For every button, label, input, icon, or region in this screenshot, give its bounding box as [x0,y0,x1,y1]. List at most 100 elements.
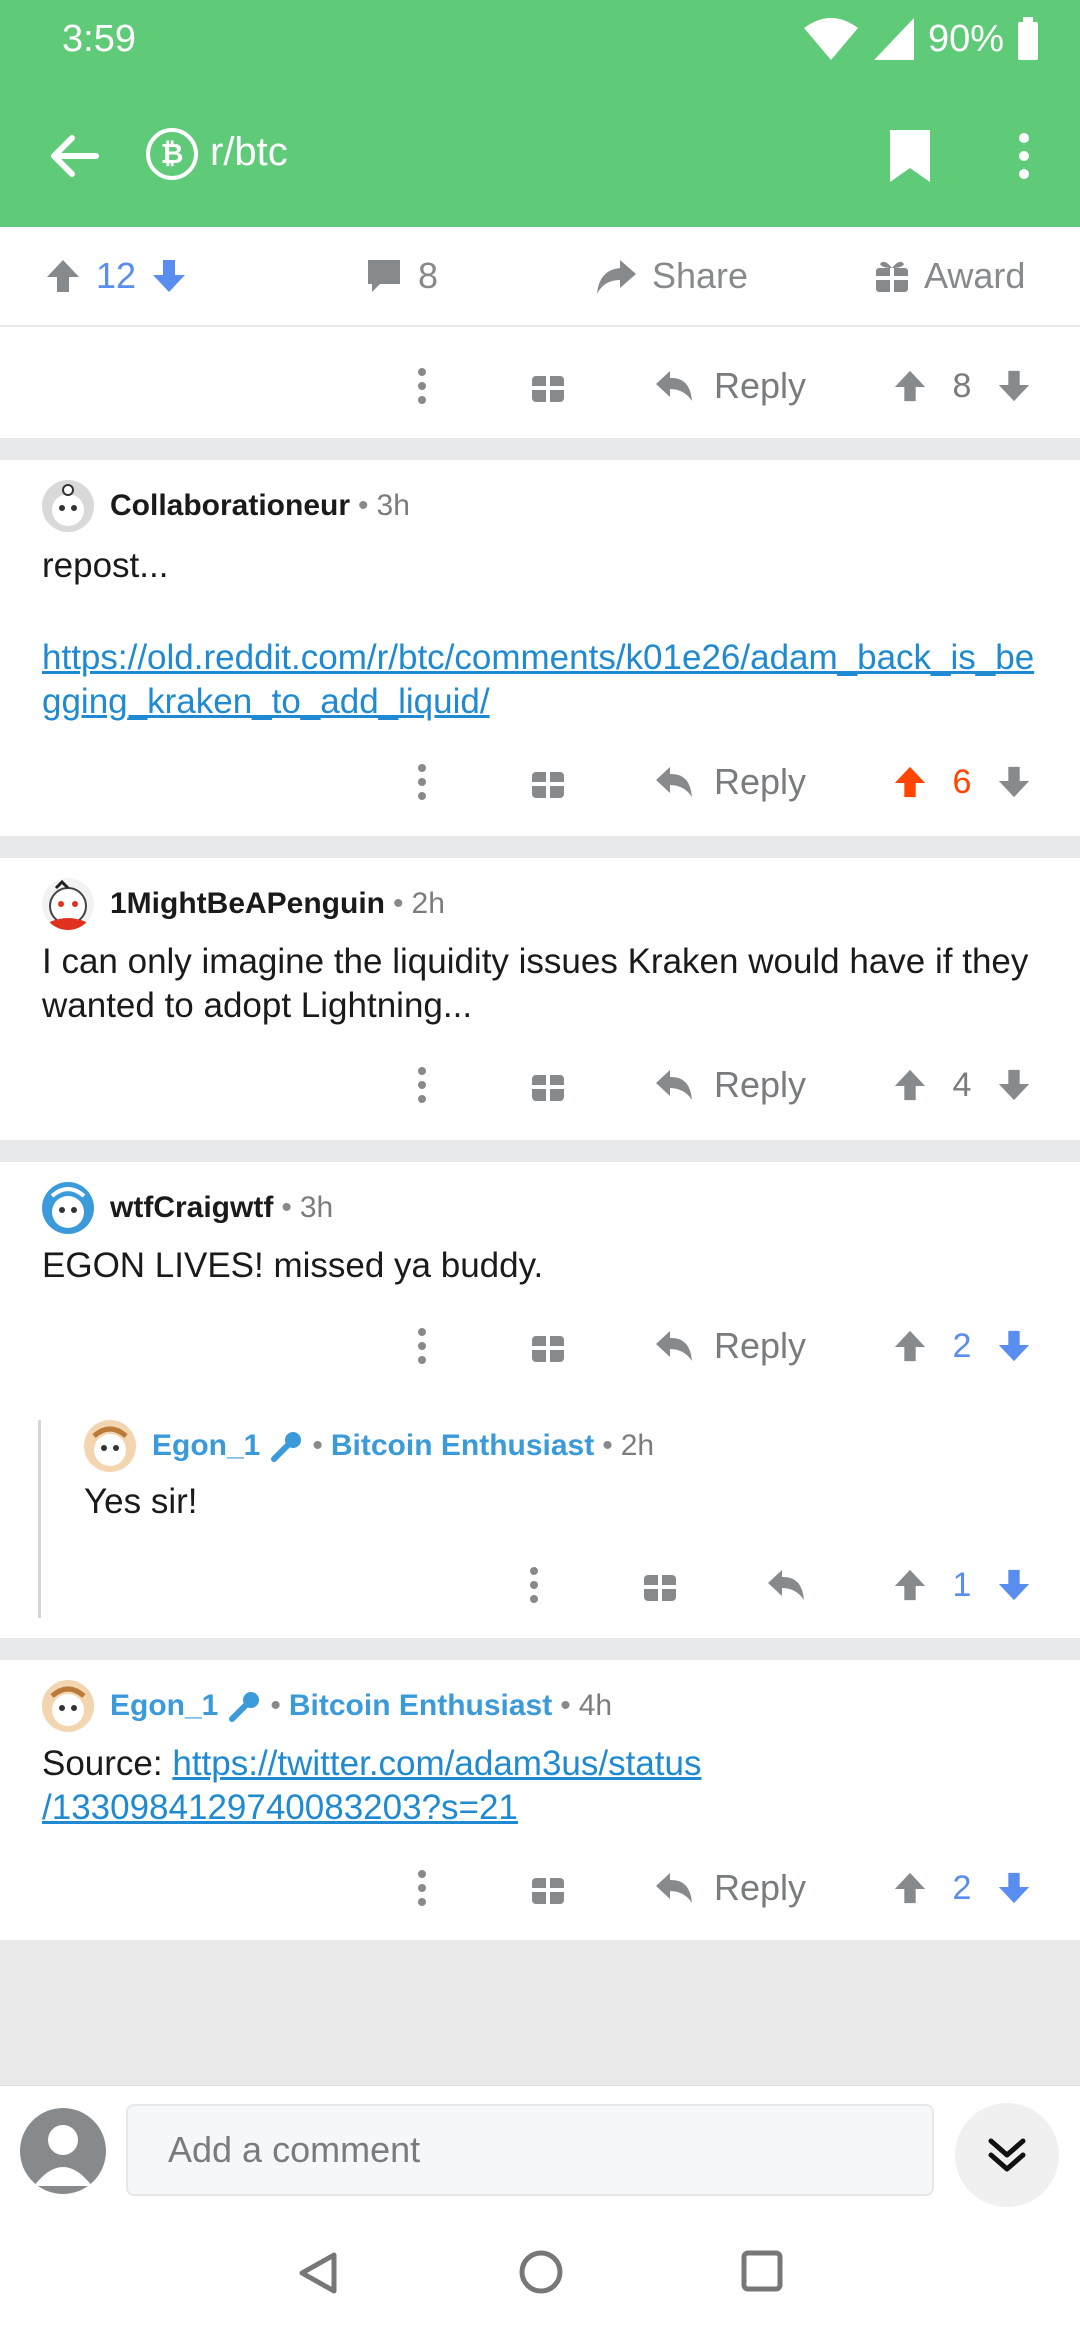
comment-vote: 4 [892,1055,1032,1115]
moderator-icon [270,1429,304,1463]
more-options-button[interactable] [1010,126,1038,186]
avatar[interactable] [42,1182,94,1234]
nav-home-button[interactable] [518,2249,564,2295]
divider [0,1140,1080,1162]
downvote-button[interactable] [996,1567,1032,1603]
reply-label: Reply [714,365,807,406]
kebab-menu-icon [418,1067,426,1103]
post-action-bar: 12 8 Share Award [0,227,1080,327]
comment-score: 6 [952,762,972,801]
upvote-button[interactable] [892,1067,928,1103]
reply-button[interactable]: Reply [654,1055,806,1115]
comment-vote: 8 [892,356,1032,416]
award-button[interactable] [642,1555,678,1615]
upvote-button[interactable] [892,764,928,800]
username[interactable]: Egon_1 [110,1689,218,1723]
reply-label: Reply [714,1867,807,1908]
more-options-button[interactable] [410,752,434,812]
comment-vote: 1 [892,1555,1032,1615]
downvote-button[interactable] [150,257,188,295]
comment-text: I can only imagine the liquidity issues … [42,942,1029,1025]
more-options-button[interactable] [410,1055,434,1115]
comment-time: 3h [376,489,410,522]
reply-button[interactable]: Reply [654,1316,806,1376]
reply-label: Reply [714,761,807,802]
more-options-button[interactable] [410,1316,434,1376]
award-button[interactable] [530,356,566,416]
gift-icon [532,1336,564,1362]
username[interactable]: wtfCraigwtf [110,1191,273,1225]
reply-button[interactable] [766,1555,806,1615]
award-button[interactable] [530,1055,566,1115]
username[interactable]: Collaborationeur [110,489,350,523]
username[interactable]: Egon_1 [152,1429,260,1463]
reply-icon [656,1331,692,1361]
list-end-space [0,1940,1080,2085]
user-flair: Bitcoin Enthusiast [330,1429,595,1462]
downvote-button[interactable] [996,764,1032,800]
reply-button[interactable]: Reply [654,752,806,812]
upvote-button[interactable] [892,1328,928,1364]
back-button[interactable] [46,128,102,184]
upvote-icon [47,260,79,292]
nav-recents-button[interactable] [740,2249,784,2293]
downvote-icon [153,260,186,292]
avatar[interactable] [42,878,94,930]
upvote-icon [894,1569,926,1601]
award-button[interactable] [530,1316,566,1376]
username[interactable]: 1MightBeAPenguin [110,887,385,921]
award-button[interactable] [530,1858,566,1918]
reply-button[interactable]: Reply [654,356,806,416]
share-icon [597,260,636,294]
bookmark-icon [890,130,930,182]
avatar[interactable] [84,1420,136,1472]
subreddit-name[interactable]: r/btc [210,130,288,175]
signal-icon [872,16,916,62]
comment-time: 4h [578,1689,613,1722]
user-flair: Bitcoin Enthusiast [288,1689,553,1722]
downvote-button[interactable] [996,368,1032,404]
share-button[interactable]: Share [594,227,748,325]
triangle-back-icon [299,2252,337,2294]
battery-percent: 90% [927,17,1004,60]
upvote-button[interactable] [892,1870,928,1906]
downvote-icon [998,370,1030,402]
upvote-button[interactable] [44,257,82,295]
user-avatar[interactable] [20,2108,106,2194]
toolbar: ₿ r/btc [0,100,1080,210]
downvote-button[interactable] [996,1328,1032,1364]
bookmark-button[interactable] [886,126,934,186]
comments-button[interactable]: 8 [364,227,438,325]
more-options-button[interactable] [522,1555,546,1615]
downvote-icon [998,766,1030,798]
comment-time: 2h [411,887,445,920]
add-comment-input[interactable]: Add a comment [126,2104,934,2196]
reply-icon [656,371,692,401]
more-options-button[interactable] [410,356,434,416]
upvote-button[interactable] [892,368,928,404]
downvote-icon [998,1569,1030,1601]
nav-back-button[interactable] [296,2249,340,2297]
upvote-button[interactable] [892,1567,928,1603]
upvote-icon [894,1872,926,1904]
award-button[interactable] [530,752,566,812]
comment-header: Collaborationeur • 3h [42,480,410,532]
downvote-button[interactable] [996,1067,1032,1103]
avatar[interactable] [42,480,94,532]
more-options-button[interactable] [410,1858,434,1918]
comment-score: 1 [952,1565,972,1604]
downvote-icon [998,1069,1030,1101]
downvote-button[interactable] [996,1870,1032,1906]
reply-button[interactable]: Reply [654,1858,806,1918]
gift-icon [532,1075,564,1101]
avatar[interactable] [42,1680,94,1732]
gift-icon [532,772,564,798]
kebab-menu-icon [1019,133,1029,179]
collapse-comments-button[interactable] [955,2103,1059,2207]
gift-icon [532,1878,564,1904]
comment-link[interactable]: https://old.reddit.com/r/btc/comments/k0… [42,638,1034,721]
award-button[interactable]: Award [874,227,1025,325]
comment-icon [368,260,400,292]
comment-header: Egon_1 • Bitcoin Enthusiast • 2h [84,1420,654,1472]
moderator-icon [228,1689,262,1723]
